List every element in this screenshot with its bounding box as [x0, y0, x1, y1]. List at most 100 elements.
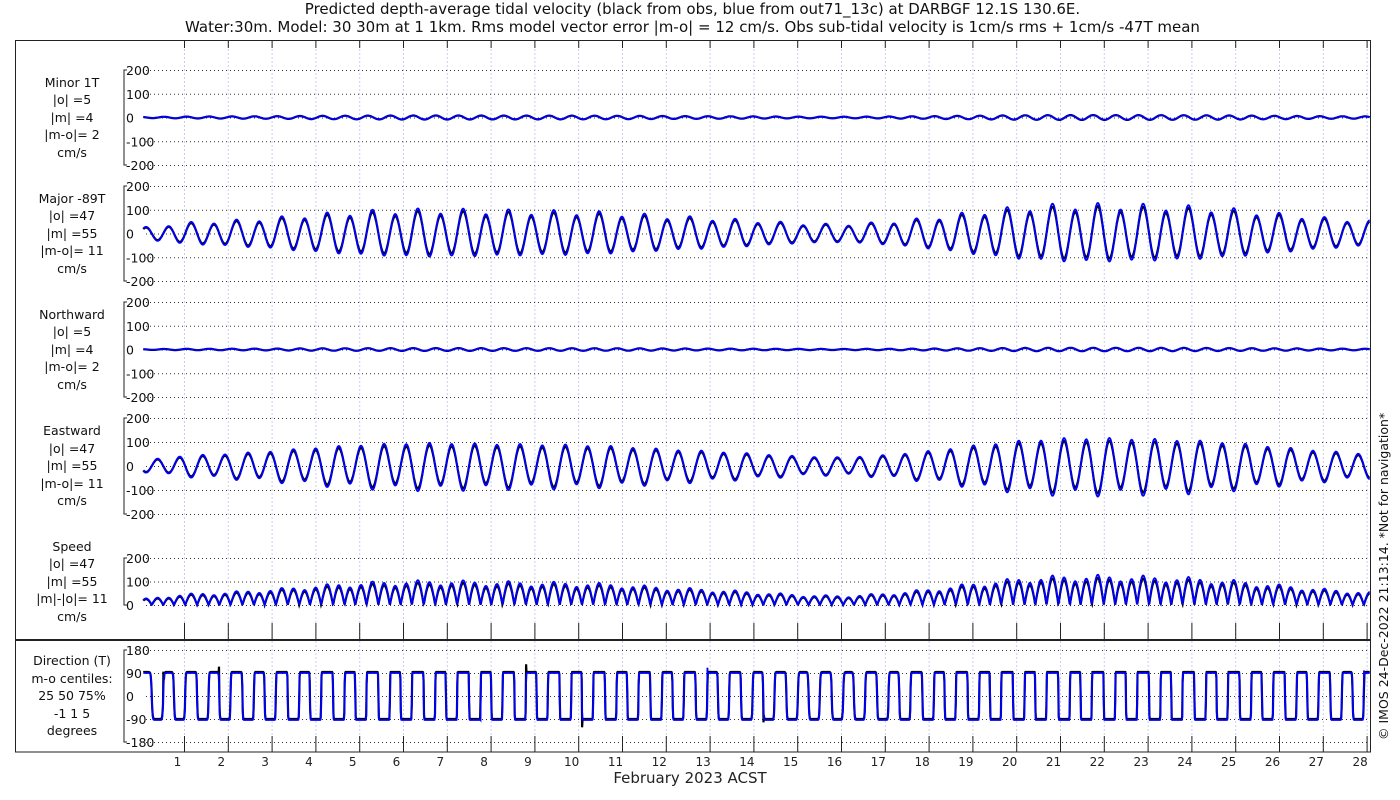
- y-tick-label: 200: [126, 63, 150, 78]
- y-tick-label: 0: [126, 227, 134, 242]
- y-tick-label: 100: [126, 203, 150, 218]
- y-tick-label: 0: [126, 689, 134, 704]
- x-tick-label: 22: [1090, 755, 1105, 769]
- panel-label-line: |m-o|= 11: [18, 475, 126, 493]
- y-tick-label: -200: [126, 507, 154, 522]
- y-tick-label: -100: [126, 366, 154, 381]
- x-tick-label: 25: [1221, 755, 1236, 769]
- y-tick-label: 200: [126, 551, 150, 566]
- x-tick-label: 1: [174, 755, 182, 769]
- upper-frame: [16, 41, 1371, 641]
- panel-label-line: |m-o|= 11: [18, 242, 126, 260]
- panel-label-line: Minor 1T: [18, 74, 126, 92]
- y-tick-label: -100: [126, 134, 154, 149]
- y-tick-label: 0: [126, 459, 134, 474]
- panel-label-line: |m|-|o|= 11: [18, 590, 126, 608]
- panel-label-line: |o| =47: [18, 555, 126, 573]
- x-tick-label: 13: [695, 755, 710, 769]
- panel-label-line: |m| =4: [18, 109, 126, 127]
- model-series-north: [143, 348, 1369, 351]
- y-tick-label: 100: [126, 319, 150, 334]
- panel-label-line: |m| =55: [18, 457, 126, 475]
- panel-label-line: cm/s: [18, 492, 126, 510]
- model-series-direction: [143, 668, 1369, 720]
- panel-label-line: |m-o|= 2: [18, 358, 126, 376]
- y-tick-label: 100: [126, 435, 150, 450]
- panel-label-line: Northward: [18, 306, 126, 324]
- panel-label-line: |m| =55: [18, 225, 126, 243]
- y-tick-label: 90: [126, 666, 142, 681]
- panel-label-speed: Speed |o| =47 |m| =55 |m|-|o|= 11 cm/s: [18, 538, 126, 626]
- x-tick-label: 8: [480, 755, 488, 769]
- x-tick-label: 28: [1352, 755, 1367, 769]
- x-tick-label: 11: [608, 755, 623, 769]
- panel-label-line: 25 50 75%: [18, 687, 126, 705]
- panel-label-minor: Minor 1T |o| =5 |m| =4 |m-o|= 2 cm/s: [18, 74, 126, 162]
- x-tick-label: 16: [827, 755, 842, 769]
- y-tick-label: 0: [126, 598, 134, 613]
- x-tick-label: 23: [1133, 755, 1148, 769]
- x-tick-label: 4: [305, 755, 313, 769]
- tidal-velocity-figure: Predicted depth-average tidal velocity (…: [0, 0, 1400, 800]
- panel-label-line: m-o centiles:: [18, 670, 126, 688]
- panel-label-line: -1 1 5: [18, 705, 126, 723]
- x-tick-label: 17: [871, 755, 886, 769]
- panel-label-line: |o| =5: [18, 323, 126, 341]
- x-tick-label: 3: [261, 755, 269, 769]
- panel-label-line: |m-o|= 2: [18, 126, 126, 144]
- panel-label-line: Major -89T: [18, 190, 126, 208]
- panel-label-direction: Direction (T) m-o centiles: 25 50 75% -1 1 …: [18, 652, 126, 740]
- x-tick-label: 12: [652, 755, 667, 769]
- plot-area: 1 2 3 4 5 6 7 8 9 10 11 12 13 14 15 16 17 18 19 20 21 22 23 24 2…: [0, 0, 1400, 800]
- y-tick-label: -100: [126, 483, 154, 498]
- panel-label-line: |m| =4: [18, 341, 126, 359]
- x-tick-label: 21: [1046, 755, 1061, 769]
- x-tick-label: 18: [914, 755, 929, 769]
- y-tick-label: 100: [126, 87, 150, 102]
- x-tick-label: 24: [1177, 755, 1192, 769]
- x-tick-label: 2: [217, 755, 225, 769]
- panel-label-north: Northward |o| =5 |m| =4 |m-o|= 2 cm/s: [18, 306, 126, 394]
- y-tick-label: 180: [126, 643, 150, 658]
- x-tick-label: 10: [564, 755, 579, 769]
- x-tick-label: 26: [1265, 755, 1280, 769]
- y-tick-label: -200: [126, 274, 154, 289]
- x-tick-label: 9: [524, 755, 532, 769]
- x-tick-label: 15: [783, 755, 798, 769]
- y-tick-label: -90: [126, 712, 146, 727]
- panel-label-line: |m| =55: [18, 573, 126, 591]
- y-tick-label: 200: [126, 295, 150, 310]
- panel-label-line: Eastward: [18, 422, 126, 440]
- panel-label-line: |o| =47: [18, 440, 126, 458]
- panel-label-line: Speed: [18, 538, 126, 556]
- x-tick-label: 6: [393, 755, 401, 769]
- panel-label-line: cm/s: [18, 260, 126, 278]
- x-axis-label: February 2023 ACST: [540, 769, 840, 787]
- y-tick-label: -200: [126, 158, 154, 173]
- x-tick-label: 19: [958, 755, 973, 769]
- x-tick-label: 14: [739, 755, 754, 769]
- panel-label-line: degrees: [18, 722, 126, 740]
- y-tick-label: -100: [126, 250, 154, 265]
- y-tick-label: 0: [126, 343, 134, 358]
- y-tick-label: 200: [126, 411, 150, 426]
- y-tick-label: -180: [126, 735, 154, 750]
- panel-label-line: |o| =5: [18, 91, 126, 109]
- x-tick-label: 5: [349, 755, 357, 769]
- model-series-major: [143, 203, 1369, 262]
- y-tick-label: 0: [126, 111, 134, 126]
- x-tick-label: 7: [436, 755, 444, 769]
- panel-label-line: Direction (T): [18, 652, 126, 670]
- panel-label-line: cm/s: [18, 376, 126, 394]
- panel-label-east: Eastward |o| =47 |m| =55 |m-o|= 11 cm/s: [18, 422, 126, 510]
- x-tick-label: 27: [1309, 755, 1324, 769]
- y-tick-label: 200: [126, 179, 150, 194]
- y-tick-label: -200: [126, 390, 154, 405]
- panel-label-major: Major -89T |o| =47 |m| =55 |m-o|= 11 cm/s: [18, 190, 126, 278]
- panel-label-line: cm/s: [18, 608, 126, 626]
- panel-label-line: cm/s: [18, 144, 126, 162]
- copyright-notice: © IMOS 24-Dec-2022 21:13:14. *Not for na…: [1376, 413, 1391, 740]
- y-tick-label: 100: [126, 575, 150, 590]
- x-tick-label: 20: [1002, 755, 1017, 769]
- panel-label-line: |o| =47: [18, 207, 126, 225]
